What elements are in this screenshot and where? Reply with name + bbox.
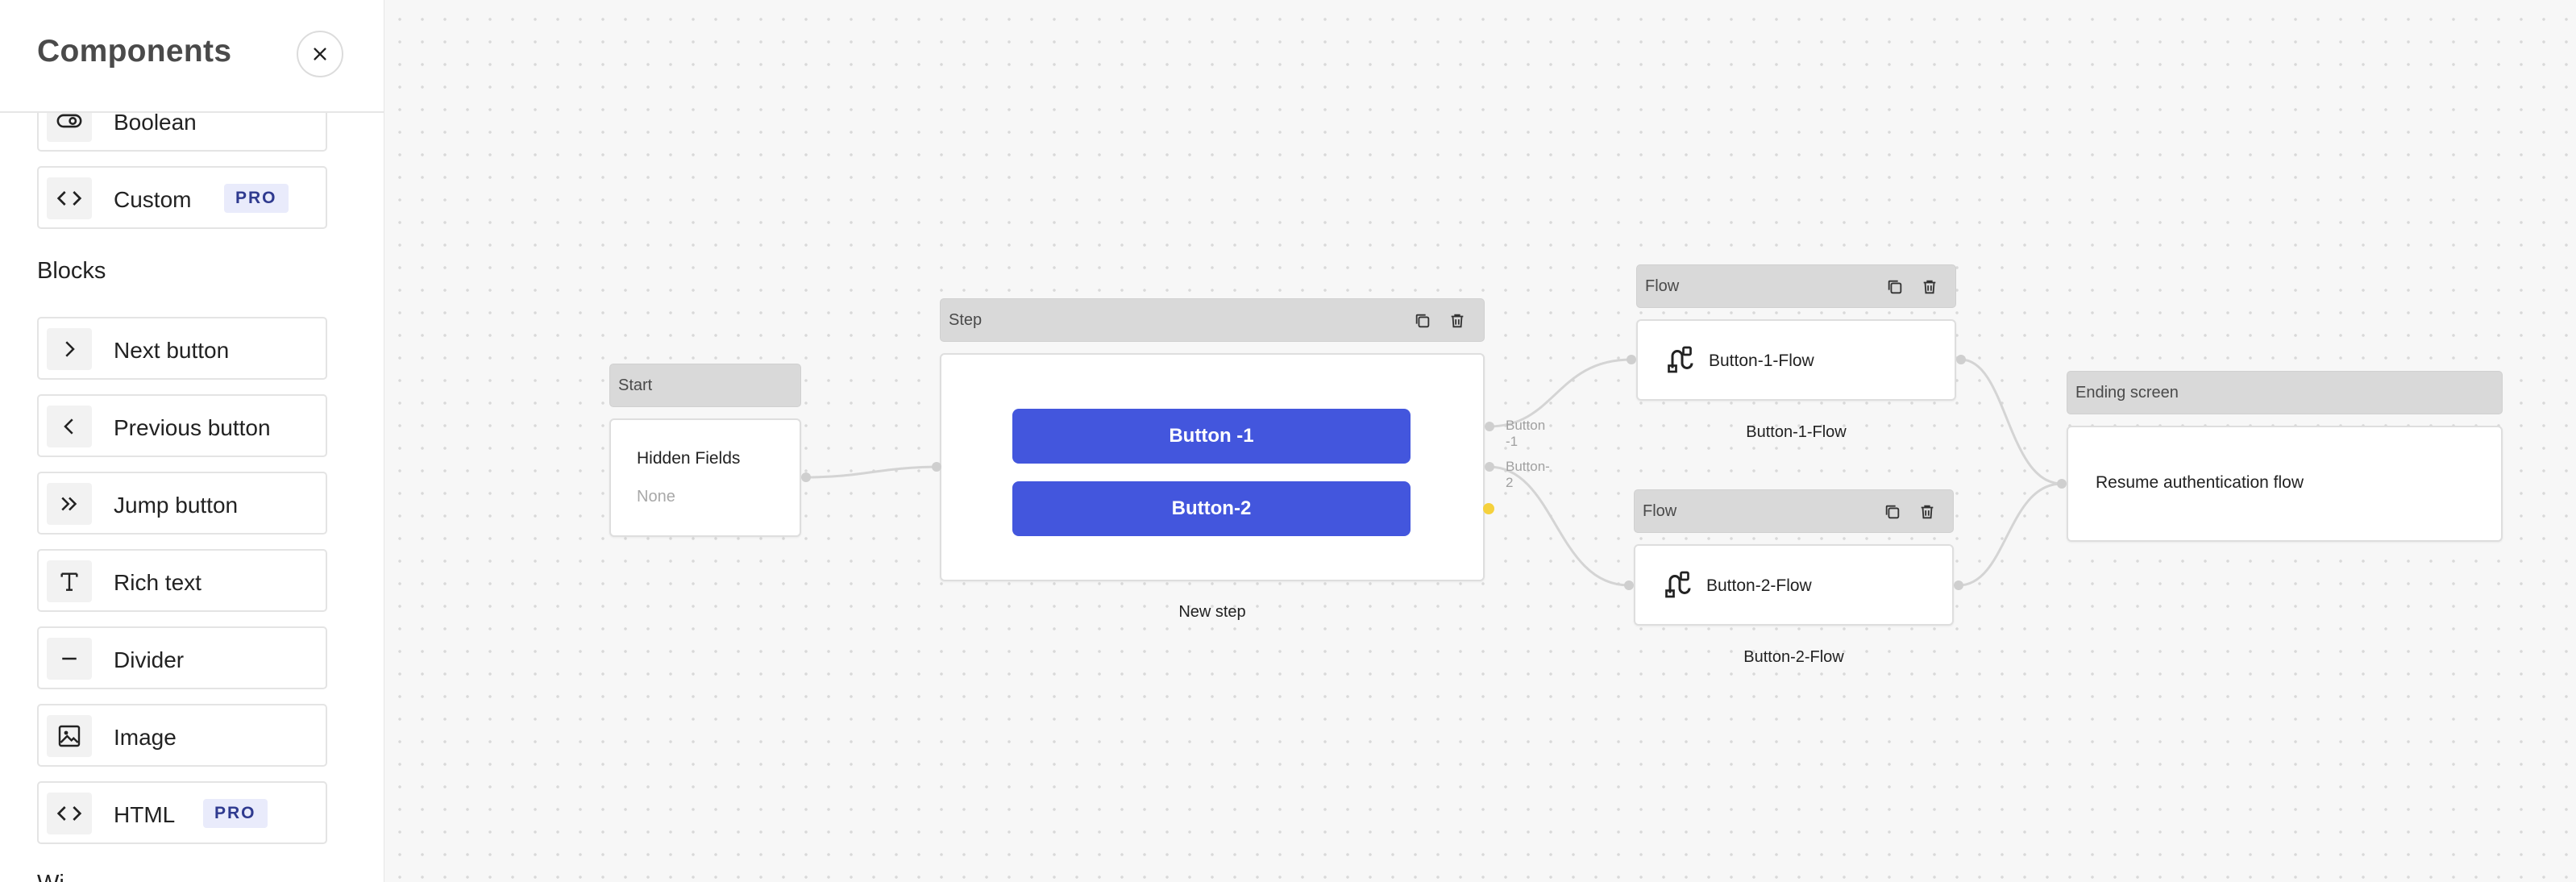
close-sidebar-button[interactable] <box>297 31 343 77</box>
ending-node-header[interactable]: Ending screen <box>2067 371 2503 414</box>
trash-icon <box>1451 314 1464 328</box>
flow1-output-handle[interactable] <box>1956 355 1966 364</box>
flow2-node-header[interactable]: Flow <box>1634 489 1954 533</box>
block-jump-button[interactable]: Jump button <box>37 472 327 535</box>
close-icon <box>314 48 326 60</box>
flow1-caption: Button-1-Flow <box>1746 423 1847 441</box>
block-rich-text[interactable]: Rich text <box>37 549 327 612</box>
components-sidebar[interactable]: Components Boolean Custom PRO Blocks Nex… <box>0 0 384 882</box>
duplicate-icon <box>1888 280 1902 294</box>
flow-route-icon <box>1665 571 1691 598</box>
component-label: Boolean <box>114 110 197 135</box>
duplicate-flow1-button[interactable] <box>1884 276 1906 298</box>
block-label: Next button <box>114 338 230 363</box>
ending-node-title: Ending screen <box>2075 384 2179 401</box>
trash-icon <box>1921 505 1934 519</box>
block-image[interactable]: Image <box>37 704 327 767</box>
block-html[interactable]: HTML PRO <box>37 781 327 844</box>
step-caption: New step <box>1178 603 1246 621</box>
block-label: Rich text <box>114 570 202 595</box>
step-input-handle[interactable] <box>932 462 941 472</box>
duplicate-icon <box>1885 505 1900 519</box>
pro-badge: PRO <box>224 184 289 213</box>
step-button-2[interactable]: Button-2 <box>1012 481 1411 536</box>
sidebar-title: Components <box>37 34 232 69</box>
start-node[interactable]: Hidden Fields None <box>609 418 801 537</box>
pro-badge: PRO <box>203 799 268 828</box>
chevron-right-icon <box>47 328 92 370</box>
block-previous-button[interactable]: Previous button <box>37 394 327 457</box>
button-1-output-handle[interactable] <box>1485 422 1494 431</box>
flow2-label: Button-2-Flow <box>1706 576 1812 595</box>
flow2-output-handle[interactable] <box>1954 580 1963 590</box>
block-next-button[interactable]: Next button <box>37 317 327 380</box>
step-node[interactable] <box>940 353 1485 581</box>
component-custom[interactable]: Custom PRO <box>37 166 327 229</box>
flow1-node[interactable]: Button-1-Flow <box>1636 319 1956 401</box>
ending-input-handle[interactable] <box>2057 479 2067 489</box>
duplicate-flow2-button[interactable] <box>1881 501 1904 523</box>
sidebar-header: Components <box>0 0 384 113</box>
trash-icon <box>1923 280 1936 294</box>
divider-icon <box>47 638 92 680</box>
step-node-header[interactable]: Step <box>940 298 1485 342</box>
code-icon <box>47 177 92 219</box>
default-output-handle[interactable] <box>1483 503 1494 514</box>
image-icon <box>47 715 92 757</box>
flow2-node-title: Flow <box>1643 502 1677 520</box>
edge-label-button-1: Button -1 <box>1506 418 1546 449</box>
block-divider[interactable]: Divider <box>37 626 327 689</box>
chevron-left-icon <box>47 406 92 447</box>
duplicate-icon <box>1415 314 1430 328</box>
double-chevron-right-icon <box>47 483 92 525</box>
delete-flow2-button[interactable] <box>1916 501 1938 523</box>
flow1-label: Button-1-Flow <box>1709 352 1814 370</box>
start-node-header[interactable]: Start <box>609 364 801 407</box>
duplicate-step-button[interactable] <box>1411 310 1434 332</box>
button-2-output-handle[interactable] <box>1485 462 1494 472</box>
flow2-node[interactable]: Button-2-Flow <box>1634 544 1954 626</box>
delete-flow1-button[interactable] <box>1918 276 1941 298</box>
edge-label-button-2: Button-2 <box>1506 459 1550 490</box>
flow2-caption: Button-2-Flow <box>1743 648 1844 666</box>
hidden-fields-value: None <box>637 488 675 505</box>
ending-node[interactable]: Resume authentication flow <box>2067 426 2503 542</box>
flow1-node-header[interactable]: Flow <box>1636 264 1956 308</box>
text-icon <box>47 560 92 602</box>
block-label: Divider <box>114 647 185 672</box>
block-label: HTML <box>114 802 176 827</box>
flow1-node-title: Flow <box>1645 277 1680 295</box>
step-node-title: Step <box>949 311 983 329</box>
hidden-fields-label: Hidden Fields <box>637 449 741 468</box>
step-button-1[interactable]: Button -1 <box>1012 409 1411 464</box>
block-label: Image <box>114 725 177 750</box>
blocks-section-title: Blocks <box>37 258 106 284</box>
next-section-title: Wi <box>37 871 64 882</box>
ending-node-text: Resume authentication flow <box>2096 473 2304 492</box>
delete-step-button[interactable] <box>1446 310 1469 332</box>
block-label: Previous button <box>114 415 271 440</box>
start-node-title: Start <box>618 377 653 394</box>
component-label: Custom <box>114 187 192 212</box>
start-output-handle[interactable] <box>801 472 811 482</box>
flow1-input-handle[interactable] <box>1627 355 1636 364</box>
flow-route-icon <box>1668 346 1693 373</box>
block-label: Jump button <box>114 493 239 518</box>
flow2-input-handle[interactable] <box>1624 580 1634 590</box>
code-icon <box>47 793 92 834</box>
